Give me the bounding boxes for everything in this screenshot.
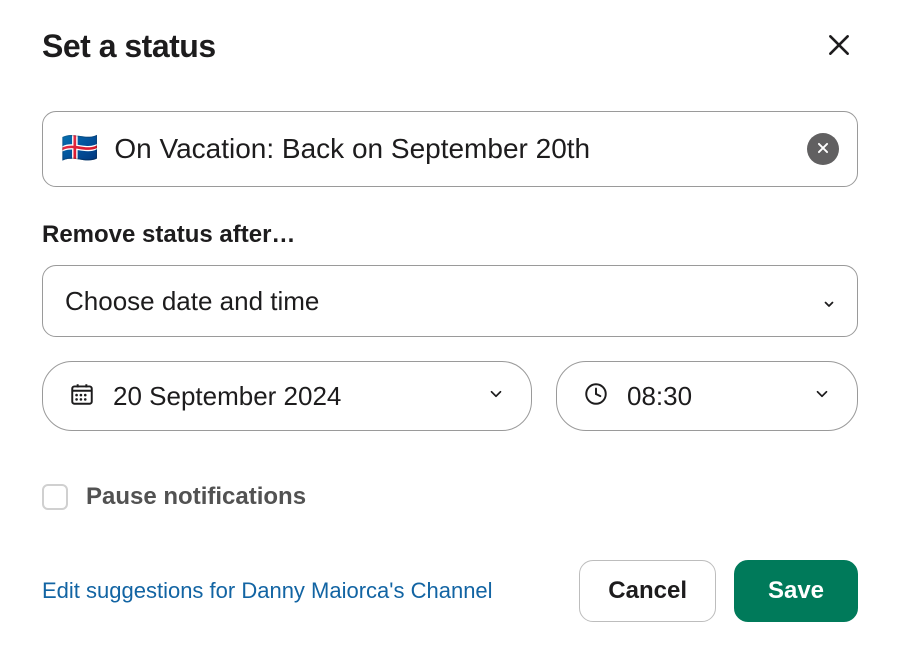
status-emoji-picker[interactable]: 🇮🇸 [61, 134, 98, 164]
clear-icon [816, 141, 830, 158]
edit-suggestions-link[interactable]: Edit suggestions for Danny Maiorca's Cha… [42, 578, 493, 604]
remove-after-label: Remove status after… [42, 221, 858, 249]
set-status-dialog: Set a status 🇮🇸 Remove status after… Cho… [0, 0, 900, 652]
clock-icon [583, 381, 609, 412]
pause-notifications-label[interactable]: Pause notifications [86, 483, 306, 511]
pause-notifications-checkbox[interactable] [42, 484, 68, 510]
cancel-button[interactable]: Cancel [579, 560, 716, 622]
dialog-title: Set a status [42, 28, 216, 65]
pause-notifications-row: Pause notifications [42, 483, 858, 511]
status-text-input[interactable] [112, 132, 793, 166]
dialog-header: Set a status [42, 26, 858, 67]
close-icon [826, 32, 852, 61]
chevron-down-icon [813, 385, 831, 408]
remove-after-value: Choose date and time [65, 286, 319, 317]
date-value: 20 September 2024 [113, 381, 469, 412]
close-button[interactable] [820, 26, 858, 67]
clear-status-button[interactable] [807, 133, 839, 165]
chevron-down-icon [487, 385, 505, 408]
status-input-row: 🇮🇸 [42, 111, 858, 187]
date-time-row: 20 September 2024 08:30 [42, 361, 858, 431]
date-picker[interactable]: 20 September 2024 [42, 361, 532, 431]
time-picker[interactable]: 08:30 [556, 361, 858, 431]
dialog-footer: Edit suggestions for Danny Maiorca's Cha… [42, 530, 858, 622]
save-button[interactable]: Save [734, 560, 858, 622]
time-value: 08:30 [627, 381, 795, 412]
chevron-down-icon [823, 286, 835, 317]
remove-after-select[interactable]: Choose date and time [42, 265, 858, 337]
calendar-icon [69, 381, 95, 412]
